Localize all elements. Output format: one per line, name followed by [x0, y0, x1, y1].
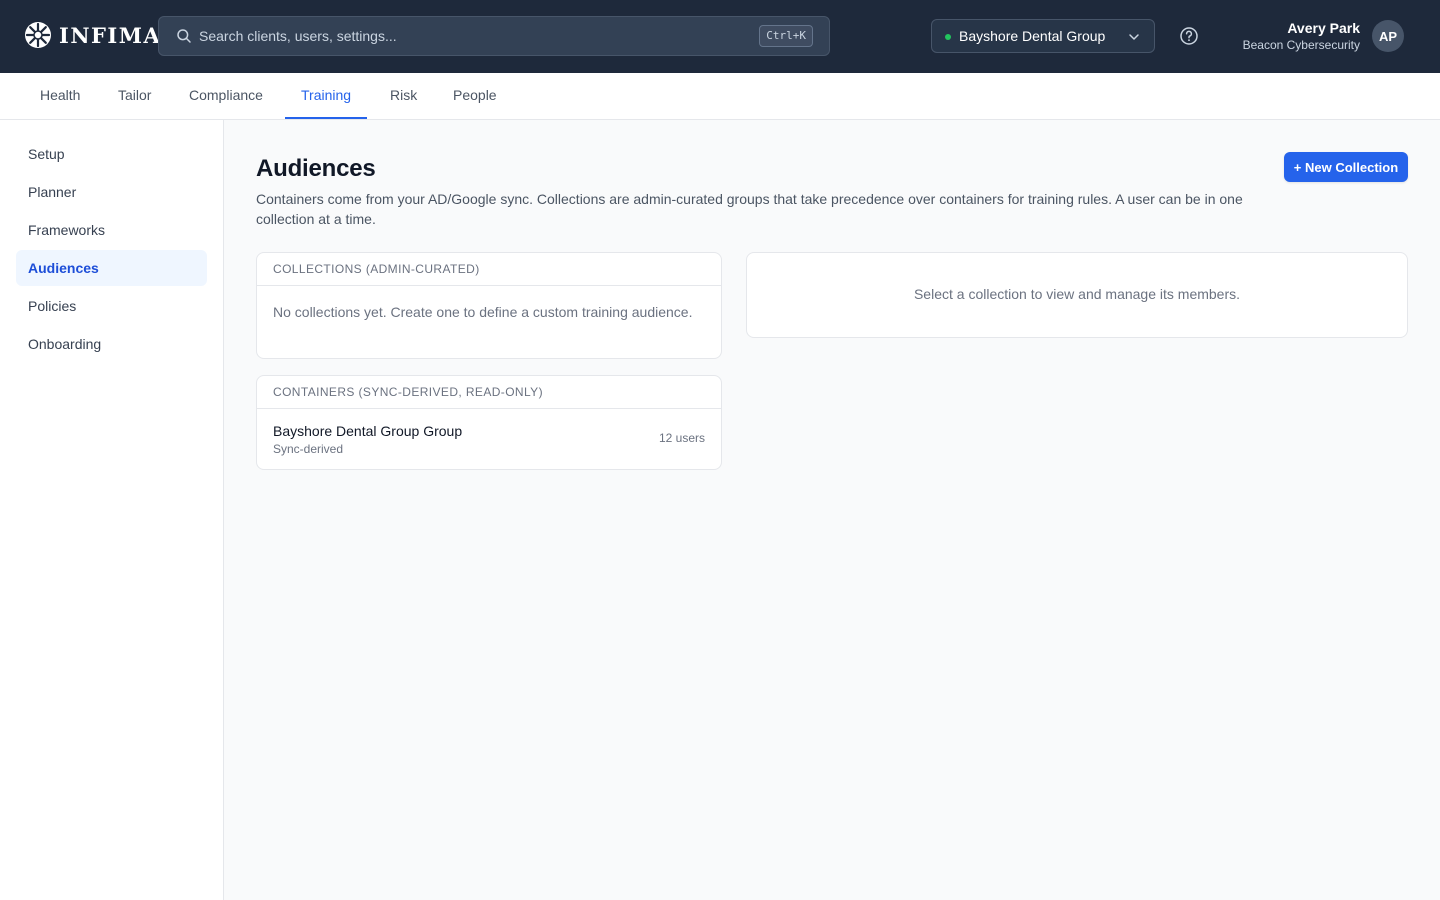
search-icon — [177, 29, 191, 43]
detail-empty-state: Select a collection to view and manage i… — [913, 286, 1241, 302]
global-search[interactable]: Ctrl+K — [158, 16, 830, 56]
chevron-down-icon — [1129, 34, 1139, 40]
collections-header: COLLECTIONS (ADMIN-CURATED) — [257, 253, 721, 286]
container-name: Bayshore Dental Group Group — [273, 423, 463, 439]
list-item[interactable]: Bayshore Dental Group Group Sync-derived… — [257, 409, 721, 469]
containers-header: CONTAINERS (SYNC-DERIVED, READ-ONLY) — [257, 376, 721, 409]
tab-health[interactable]: Health — [24, 73, 96, 119]
client-selector[interactable]: Bayshore Dental Group — [931, 19, 1155, 53]
sidebar-item-planner[interactable]: Planner — [16, 174, 207, 210]
avatar[interactable]: AP — [1372, 20, 1404, 52]
sidebar-item-audiences[interactable]: Audiences — [16, 250, 207, 286]
search-input[interactable] — [199, 26, 739, 46]
training-sidebar: Setup Planner Frameworks Audiences Polic… — [0, 120, 224, 900]
client-status-dot — [945, 34, 951, 40]
search-shortcut-hint: Ctrl+K — [759, 25, 813, 47]
new-collection-button[interactable]: + New Collection — [1284, 152, 1408, 182]
sidebar-item-onboarding[interactable]: Onboarding — [16, 326, 207, 362]
tab-training[interactable]: Training — [285, 73, 368, 119]
collection-detail-panel: Select a collection to view and manage i… — [746, 252, 1408, 338]
brand-logo[interactable]: INFIMA — [24, 21, 161, 49]
sidebar-item-frameworks[interactable]: Frameworks — [16, 212, 207, 248]
page-description: Containers come from your AD/Google sync… — [256, 191, 1243, 227]
help-icon[interactable] — [1179, 26, 1199, 46]
user-organization: Beacon Cybersecurity — [1242, 38, 1360, 52]
sidebar-item-setup[interactable]: Setup — [16, 136, 207, 172]
page-title: Audiences — [256, 155, 376, 182]
tab-people[interactable]: People — [437, 73, 513, 119]
tab-tailor[interactable]: Tailor — [102, 73, 167, 119]
sidebar-item-policies[interactable]: Policies — [16, 288, 207, 324]
logo-icon — [25, 22, 51, 48]
brand-name: INFIMA — [59, 22, 162, 48]
tab-compliance[interactable]: Compliance — [173, 73, 279, 119]
top-bar: INFIMA Ctrl+K Bayshore Dental Group Aver… — [0, 0, 1440, 73]
container-user-count: 12 users — [658, 431, 705, 445]
containers-panel: CONTAINERS (SYNC-DERIVED, READ-ONLY) Bay… — [256, 375, 722, 470]
user-name: Avery Park — [1287, 20, 1360, 36]
module-tabs: Health Tailor Compliance Training Risk P… — [0, 73, 1440, 120]
collections-empty-state: No collections yet. Create one to define… — [273, 304, 693, 320]
user-menu[interactable]: Avery Park Beacon Cybersecurity — [1243, 19, 1360, 53]
container-source: Sync-derived — [273, 442, 344, 456]
collections-panel: COLLECTIONS (ADMIN-CURATED) No collectio… — [256, 252, 722, 359]
client-selector-value: Bayshore Dental Group — [959, 28, 1106, 44]
tab-risk[interactable]: Risk — [374, 73, 433, 119]
